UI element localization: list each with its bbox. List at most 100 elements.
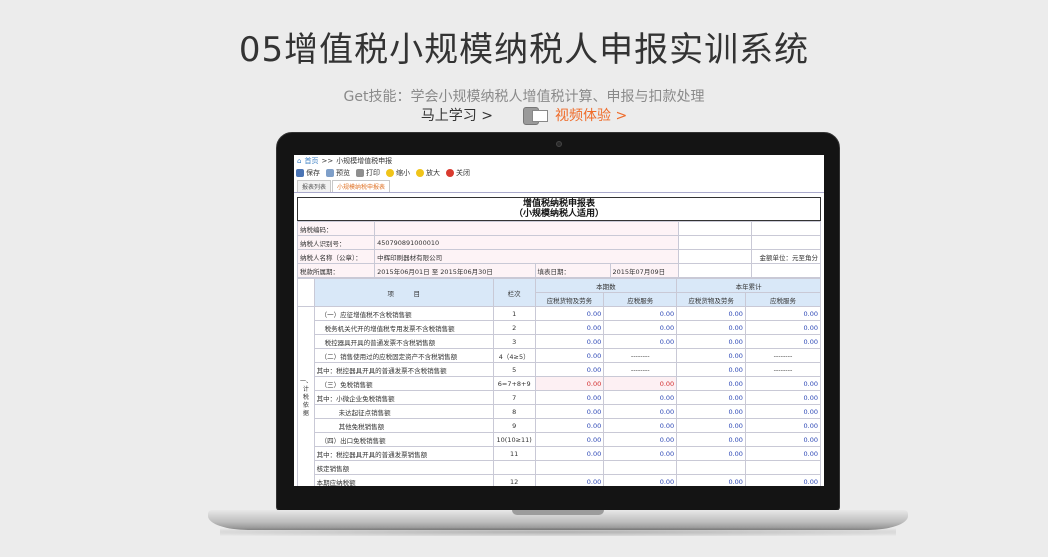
period-value[interactable]: 2015年06月01日 至 2015年06月30日 <box>374 263 536 278</box>
cell-value[interactable]: 0.00 <box>676 404 746 419</box>
row-col-no: 10(10≥11) <box>492 432 536 447</box>
row-label: 未达起征点销售额 <box>313 404 494 419</box>
table-row: 一、计税依据 （一）应征增值税不含税销售额 1 0.00 0.00 0.00 0… <box>297 306 822 486</box>
row-col-no: 9 <box>492 418 536 433</box>
breadcrumb: ⌂ 首页 >> 小规模增值税申报 <box>294 155 824 166</box>
row-col-no: 2 <box>492 320 536 335</box>
cell-value[interactable]: 0.00 <box>534 432 605 447</box>
cell-value[interactable] <box>676 460 746 475</box>
learn-now-link[interactable]: 马上学习 > <box>421 105 493 125</box>
cell-value[interactable]: 0.00 <box>744 390 822 405</box>
cell-value[interactable]: 0.00 <box>534 474 605 486</box>
cell-value[interactable]: 0.00 <box>534 362 605 377</box>
save-button[interactable]: 保存 <box>296 168 320 178</box>
row-col-no: 3 <box>492 334 536 349</box>
cell-disabled: -------- <box>744 362 822 377</box>
zoom-out-button[interactable]: 缩小 <box>386 168 410 178</box>
header-services-ytd: 应税服务 <box>744 292 822 307</box>
form-title: 增值税纳税申报表 （小规模纳税人适用） <box>297 197 821 221</box>
cell-value[interactable]: 0.00 <box>603 320 678 335</box>
cell-value[interactable]: 0.00 <box>744 418 822 433</box>
taxpayer-name-field[interactable]: 中辉印刷器材有限公司 <box>374 249 680 264</box>
row-col-no: 5 <box>492 362 536 377</box>
zoom-out-label: 缩小 <box>396 169 410 177</box>
cell-value[interactable]: 0.00 <box>603 334 678 349</box>
cell-value[interactable]: 0.00 <box>603 404 678 419</box>
cell-value[interactable]: 0.00 <box>534 418 605 433</box>
cell-disabled: -------- <box>603 362 678 377</box>
cell-value[interactable] <box>603 460 678 475</box>
row-label: 其中：小微企业免税销售额 <box>313 390 494 405</box>
cell-value[interactable]: 0.00 <box>676 306 746 321</box>
table-row: （三）免税销售额 6=7+8+9 0.00 0.00 0.00 0.00 <box>298 376 822 391</box>
taxpayer-code-field[interactable] <box>374 221 680 236</box>
cell-value[interactable]: 0.00 <box>603 390 678 405</box>
cell-value[interactable]: 0.00 <box>534 404 605 419</box>
form-title-line1: 增值税纳税申报表 <box>522 199 595 209</box>
close-button[interactable]: 关闭 <box>446 168 470 178</box>
breadcrumb-home[interactable]: 首页 <box>304 156 318 166</box>
cell-value[interactable]: 0.00 <box>676 418 746 433</box>
tab-small-scale-return[interactable]: 小规模纳税申报表 <box>332 180 391 192</box>
cell-value[interactable]: 0.00 <box>676 334 746 349</box>
taxpayer-id-field[interactable]: 450790891000010 <box>374 235 680 250</box>
tax-form: 增值税纳税申报表 （小规模纳税人适用） 纳税编码： 纳税人识别号： 450790… <box>294 193 824 486</box>
period-label: 税款所属期： <box>296 263 376 278</box>
row-label: 本期应纳税额 <box>313 474 494 486</box>
cell-value[interactable]: 0.00 <box>744 446 822 461</box>
cell-value[interactable]: 0.00 <box>744 376 822 391</box>
tab-report-list[interactable]: 报表列表 <box>297 180 332 192</box>
home-icon: ⌂ <box>297 156 302 165</box>
row-col-no: 6=7+8+9 <box>492 376 536 391</box>
cell-value[interactable]: 0.00 <box>534 306 605 321</box>
cell-value[interactable]: 0.00 <box>676 376 746 391</box>
cell-value[interactable]: 0.00 <box>676 362 746 377</box>
cell-value[interactable]: 0.00 <box>534 334 605 349</box>
cell-value[interactable]: 0.00 <box>744 334 822 349</box>
print-button[interactable]: 打印 <box>356 168 380 178</box>
row-col-no: 8 <box>492 404 536 419</box>
row-label: （二）销售使用过的应税固定资产不含税销售额 <box>313 348 494 363</box>
cell-value[interactable]: 0.00 <box>534 390 605 405</box>
cell-value[interactable] <box>534 460 605 475</box>
table-row: 核定销售额 <box>298 460 822 475</box>
laptop-notch <box>512 510 604 515</box>
app-screen: ⌂ 首页 >> 小规模增值税申报 保存 预览 打印 缩小 放大 关闭 报表列表 … <box>294 155 824 486</box>
cell-value[interactable]: 0.00 <box>534 320 605 335</box>
cell-value[interactable]: 0.00 <box>534 446 605 461</box>
video-experience-link[interactable]: 视频体验 > <box>523 104 627 126</box>
table-row: 税务机关代开的增值税专用发票不含税销售额 2 0.00 0.00 0.00 0.… <box>298 320 822 335</box>
cell-value[interactable]: 0.00 <box>676 348 746 363</box>
info-row-period: 税款所属期： 2015年06月01日 至 2015年06月30日 填表日期： 2… <box>296 263 821 278</box>
cell-value[interactable]: 0.00 <box>603 432 678 447</box>
cell-value[interactable]: 0.00 <box>744 320 822 335</box>
cell-value[interactable]: 0.00 <box>676 390 746 405</box>
info-row-id: 纳税人识别号： 450790891000010 <box>296 235 821 250</box>
cell-value[interactable]: 0.00 <box>744 432 822 447</box>
cell-value[interactable]: 0.00 <box>744 404 822 419</box>
cell-value[interactable]: 0.00 <box>603 418 678 433</box>
print-label: 打印 <box>366 169 380 177</box>
cell-value[interactable]: 0.00 <box>676 320 746 335</box>
cell-value[interactable] <box>744 460 822 475</box>
cell-value[interactable]: 0.00 <box>744 474 822 486</box>
cell-value[interactable]: 0.00 <box>676 446 746 461</box>
taxpayer-code-label: 纳税编码： <box>296 221 376 236</box>
cell-value[interactable]: 0.00 <box>744 306 822 321</box>
cell-value[interactable]: 0.00 <box>676 432 746 447</box>
cell-value[interactable]: 0.00 <box>603 446 678 461</box>
preview-button[interactable]: 预览 <box>326 168 350 178</box>
currency-unit: 金额单位：元至角分 <box>751 249 821 264</box>
header-goods-current: 应税货物及劳务 <box>534 292 605 307</box>
tab-bar: 报表列表 小规模纳税申报表 <box>294 180 824 193</box>
close-label: 关闭 <box>456 169 470 177</box>
row-label: 其中：税控器具开具的普通发票销售额 <box>313 446 494 461</box>
cell-value[interactable]: 0.00 <box>676 474 746 486</box>
row-label: 核定销售额 <box>313 460 494 475</box>
cell-value[interactable]: 0.00 <box>534 348 605 363</box>
video-icon <box>523 104 549 126</box>
fill-date-value[interactable]: 2015年07月09日 <box>609 263 680 278</box>
cell-value[interactable]: 0.00 <box>603 306 678 321</box>
cell-value[interactable]: 0.00 <box>603 474 678 486</box>
zoom-in-button[interactable]: 放大 <box>416 168 440 178</box>
